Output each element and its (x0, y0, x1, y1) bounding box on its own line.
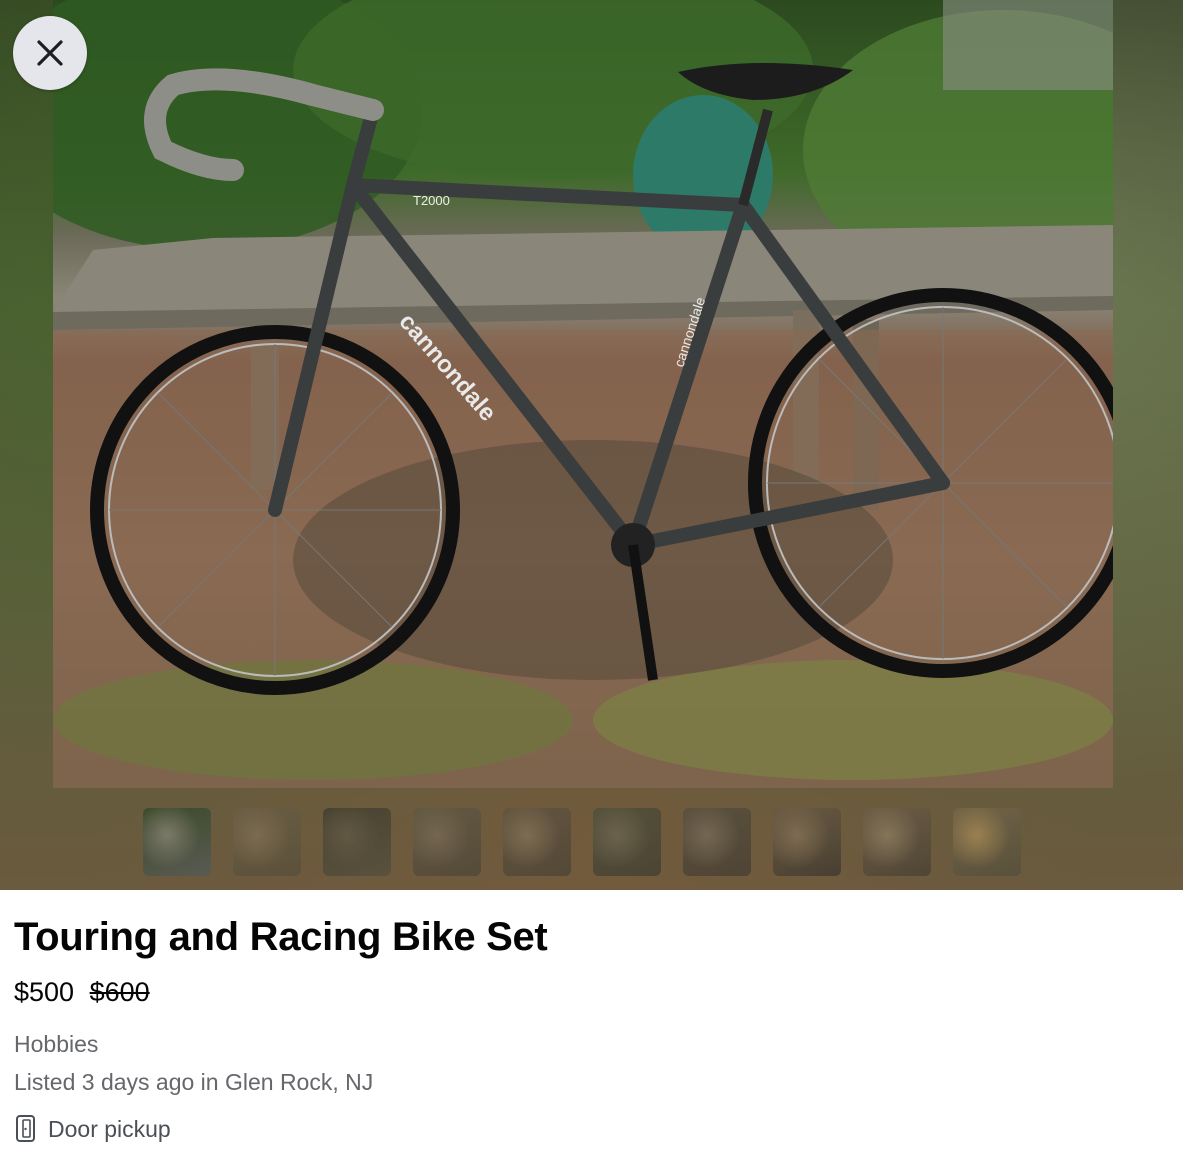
thumbnail-5[interactable] (503, 808, 571, 876)
original-price: $600 (89, 977, 150, 1007)
thumbnail-6[interactable] (593, 808, 661, 876)
listing-location: Listed 3 days ago in Glen Rock, NJ (14, 1069, 374, 1095)
photo-gallery: T2000 cannondale cannondale (0, 0, 1183, 890)
current-price: $500 (14, 977, 75, 1007)
price-row: $500 $600 (14, 976, 1169, 1008)
listing-details: Touring and Racing Bike Set $500 $600 Ho… (0, 890, 1183, 1144)
thumbnail-1[interactable] (143, 808, 211, 876)
close-icon (37, 40, 63, 66)
thumbnail-2[interactable] (233, 808, 301, 876)
door-icon (16, 1115, 35, 1142)
thumbnail-9[interactable] (863, 808, 931, 876)
thumbnail-7[interactable] (683, 808, 751, 876)
pickup-method: Door pickup (14, 1114, 1169, 1144)
frame-model-text: T2000 (413, 193, 450, 208)
listing-category[interactable]: Hobbies (14, 1030, 1169, 1058)
thumbnail-8[interactable] (773, 808, 841, 876)
thumbnail-4[interactable] (413, 808, 481, 876)
close-button[interactable] (13, 16, 87, 90)
thumbnail-3[interactable] (323, 808, 391, 876)
main-photo[interactable]: T2000 cannondale cannondale (53, 0, 1113, 788)
bike-photo-illustration: T2000 cannondale cannondale (53, 0, 1113, 788)
thumbnail-10[interactable] (953, 808, 1021, 876)
listing-title: Touring and Racing Bike Set (14, 915, 548, 959)
pickup-label: Door pickup (48, 1115, 171, 1142)
thumbnail-strip (143, 808, 1021, 876)
